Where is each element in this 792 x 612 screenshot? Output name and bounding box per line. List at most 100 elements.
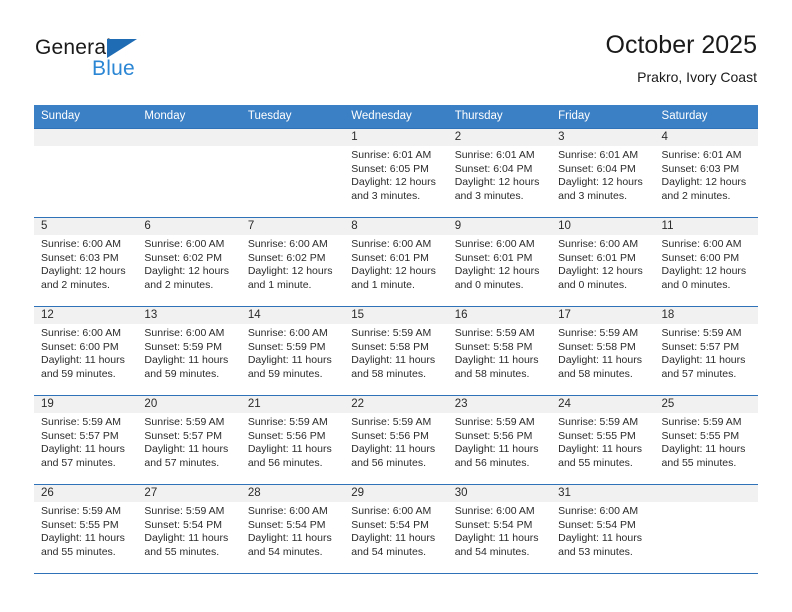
day-number: 22 bbox=[344, 396, 448, 413]
day-details: Sunrise: 5:59 AM Sunset: 5:57 PM Daylight:… bbox=[34, 413, 137, 470]
sunset-text: Sunset: 5:54 PM bbox=[351, 518, 429, 531]
calendar-day-cell[interactable]: 25 Sunrise: 5:59 AM Sunset: 5:55 PM Dayligh… bbox=[654, 396, 758, 484]
sunset-text: Sunset: 5:57 PM bbox=[661, 340, 740, 353]
weekday-wednesday: Wednesday bbox=[351, 110, 412, 122]
day-number: 10 bbox=[551, 218, 655, 235]
calendar-weeks: 1 Sunrise: 6:01 AM Sunset: 6:05 PM Daylight… bbox=[34, 128, 758, 574]
calendar-page: General Blue October 2025 Prakro, Ivory … bbox=[0, 0, 792, 612]
calendar-day-cell[interactable]: 31 Sunrise: 6:00 AM Sunset: 5:54 PM Dayligh… bbox=[551, 485, 655, 573]
calendar-week-row: 1 Sunrise: 6:01 AM Sunset: 6:05 PM Daylight… bbox=[34, 128, 758, 217]
day-details: Sunrise: 5:59 AM Sunset: 5:58 PM Daylight:… bbox=[344, 324, 447, 381]
general-blue-logo[interactable]: General Blue bbox=[35, 36, 245, 92]
sunset-text: Sunset: 5:58 PM bbox=[454, 340, 533, 353]
sunset-text: Sunset: 6:05 PM bbox=[351, 162, 429, 175]
day-number: 2 bbox=[447, 129, 552, 146]
calendar-day-cell[interactable]: 7 Sunrise: 6:00 AM Sunset: 6:02 PM Daylight… bbox=[240, 218, 345, 306]
calendar-week-row: 5 Sunrise: 6:00 AM Sunset: 6:03 PM Daylight… bbox=[34, 217, 758, 306]
day-number: 3 bbox=[551, 129, 655, 146]
sunrise-text: Sunrise: 5:59 AM bbox=[41, 416, 121, 428]
day-details: Sunrise: 6:00 AM Sunset: 6:00 PM Daylight:… bbox=[34, 324, 137, 381]
sunset-text: Sunset: 6:03 PM bbox=[41, 251, 119, 264]
calendar-day-cell[interactable]: 2 Sunrise: 6:01 AM Sunset: 6:04 PM Daylight… bbox=[447, 129, 552, 217]
calendar-day-cell[interactable]: 19 Sunrise: 5:59 AM Sunset: 5:57 PM Dayligh… bbox=[34, 396, 138, 484]
day-number: 1 bbox=[344, 129, 448, 146]
daylight-text: Daylight: 11 hours and 59 minutes. bbox=[247, 354, 332, 380]
day-details: Sunrise: 6:00 AM Sunset: 5:54 PM Daylight:… bbox=[241, 502, 344, 559]
sunset-text: Sunset: 5:57 PM bbox=[41, 429, 119, 442]
calendar-day-cell[interactable]: 6 Sunrise: 6:00 AM Sunset: 6:02 PM Daylight… bbox=[137, 218, 241, 306]
calendar-day-cell[interactable]: 17 Sunrise: 5:59 AM Sunset: 5:58 PM Dayligh… bbox=[551, 307, 655, 395]
calendar-day-cell[interactable]: 13 Sunrise: 6:00 AM Sunset: 5:59 PM Dayligh… bbox=[137, 307, 241, 395]
day-number: 26 bbox=[34, 485, 138, 502]
day-number: 15 bbox=[344, 307, 448, 324]
day-number: 17 bbox=[551, 307, 655, 324]
daylight-text: Daylight: 12 hours and 3 minutes. bbox=[558, 176, 643, 202]
sunrise-text: Sunrise: 5:59 AM bbox=[454, 327, 535, 339]
day-details: Sunrise: 6:00 AM Sunset: 6:02 PM Daylight:… bbox=[241, 235, 344, 292]
calendar-day-cell[interactable]: 3 Sunrise: 6:01 AM Sunset: 6:04 PM Daylight… bbox=[551, 129, 655, 217]
day-number: 31 bbox=[551, 485, 655, 502]
sunset-text: Sunset: 6:01 PM bbox=[558, 251, 636, 264]
day-details: Sunrise: 5:59 AM Sunset: 5:58 PM Daylight:… bbox=[448, 324, 551, 381]
calendar-day-cell[interactable]: 10 Sunrise: 6:00 AM Sunset: 6:01 PM Dayligh… bbox=[551, 218, 655, 306]
daylight-text: Daylight: 11 hours and 56 minutes. bbox=[454, 443, 539, 469]
day-details: Sunrise: 6:00 AM Sunset: 6:00 PM Daylight:… bbox=[655, 235, 758, 292]
calendar-day-cell[interactable]: 22 Sunrise: 5:59 AM Sunset: 5:56 PM Dayligh… bbox=[344, 396, 448, 484]
calendar-day-cell[interactable]: 23 Sunrise: 5:59 AM Sunset: 5:56 PM Dayligh… bbox=[447, 396, 552, 484]
calendar-day-cell[interactable]: 30 Sunrise: 6:00 AM Sunset: 5:54 PM Dayligh… bbox=[447, 485, 552, 573]
calendar-day-cell[interactable]: 29 Sunrise: 6:00 AM Sunset: 5:54 PM Dayligh… bbox=[344, 485, 448, 573]
sunrise-text: Sunrise: 5:59 AM bbox=[144, 416, 225, 428]
sunrise-text: Sunrise: 6:01 AM bbox=[558, 149, 639, 161]
calendar-day-cell[interactable]: 20 Sunrise: 5:59 AM Sunset: 5:57 PM Dayligh… bbox=[137, 396, 241, 484]
day-details: Sunrise: 6:01 AM Sunset: 6:03 PM Daylight:… bbox=[655, 146, 758, 203]
day-details: Sunrise: 5:59 AM Sunset: 5:56 PM Daylight:… bbox=[448, 413, 551, 470]
day-number: 12 bbox=[34, 307, 138, 324]
daylight-text: Daylight: 12 hours and 1 minute. bbox=[351, 265, 436, 291]
calendar-day-cell[interactable]: 24 Sunrise: 5:59 AM Sunset: 5:55 PM Dayligh… bbox=[551, 396, 655, 484]
day-number: 13 bbox=[137, 307, 241, 324]
daylight-text: Daylight: 11 hours and 57 minutes. bbox=[144, 443, 229, 469]
day-details: Sunrise: 6:00 AM Sunset: 5:54 PM Daylight:… bbox=[448, 502, 551, 559]
daylight-text: Daylight: 11 hours and 55 minutes. bbox=[558, 443, 642, 469]
day-number: 25 bbox=[654, 396, 758, 413]
day-number: 7 bbox=[240, 218, 345, 235]
calendar-day-cell[interactable]: 28 Sunrise: 6:00 AM Sunset: 5:54 PM Dayligh… bbox=[240, 485, 345, 573]
day-details: Sunrise: 6:00 AM Sunset: 6:01 PM Daylight:… bbox=[551, 235, 654, 292]
calendar-day-cell[interactable]: 12 Sunrise: 6:00 AM Sunset: 6:00 PM Dayligh… bbox=[34, 307, 138, 395]
sunset-text: Sunset: 5:55 PM bbox=[558, 429, 636, 442]
calendar-day-cell[interactable]: 21 Sunrise: 5:59 AM Sunset: 5:56 PM Dayligh… bbox=[240, 396, 345, 484]
calendar-day-cell[interactable]: 1 Sunrise: 6:01 AM Sunset: 6:05 PM Daylight… bbox=[344, 129, 448, 217]
calendar-day-cell[interactable]: 14 Sunrise: 6:00 AM Sunset: 5:59 PM Dayligh… bbox=[240, 307, 345, 395]
sunrise-text: Sunrise: 6:00 AM bbox=[454, 238, 535, 250]
calendar-day-cell[interactable]: 9 Sunrise: 6:00 AM Sunset: 6:01 PM Daylight… bbox=[447, 218, 552, 306]
weekday-tuesday: Tuesday bbox=[247, 110, 292, 122]
calendar-day-cell[interactable]: 27 Sunrise: 5:59 AM Sunset: 5:54 PM Dayligh… bbox=[137, 485, 241, 573]
calendar-day-cell[interactable]: 15 Sunrise: 5:59 AM Sunset: 5:58 PM Dayligh… bbox=[344, 307, 448, 395]
day-details: Sunrise: 5:59 AM Sunset: 5:56 PM Daylight:… bbox=[344, 413, 447, 470]
daylight-text: Daylight: 12 hours and 3 minutes. bbox=[351, 176, 436, 202]
calendar-day-cell[interactable]: 16 Sunrise: 5:59 AM Sunset: 5:58 PM Dayligh… bbox=[447, 307, 552, 395]
daylight-text: Daylight: 12 hours and 2 minutes. bbox=[41, 265, 126, 291]
calendar-day-cell[interactable]: 26 Sunrise: 5:59 AM Sunset: 5:55 PM Dayligh… bbox=[34, 485, 138, 573]
calendar-day-cell[interactable]: 18 Sunrise: 5:59 AM Sunset: 5:57 PM Dayligh… bbox=[654, 307, 758, 395]
calendar-week-row: 12 Sunrise: 6:00 AM Sunset: 6:00 PM Dayligh… bbox=[34, 306, 758, 395]
day-details: Sunrise: 6:01 AM Sunset: 6:05 PM Daylight:… bbox=[344, 146, 447, 203]
sunset-text: Sunset: 5:59 PM bbox=[247, 340, 326, 353]
sunrise-text: Sunrise: 5:59 AM bbox=[661, 416, 742, 428]
day-number: 14 bbox=[240, 307, 345, 324]
page-title: October 2025 bbox=[605, 31, 758, 59]
day-details: Sunrise: 6:00 AM Sunset: 6:01 PM Daylight:… bbox=[448, 235, 551, 292]
calendar-day-cell[interactable]: 5 Sunrise: 6:00 AM Sunset: 6:03 PM Daylight… bbox=[34, 218, 138, 306]
sunrise-text: Sunrise: 5:59 AM bbox=[454, 416, 535, 428]
sunrise-text: Sunrise: 6:00 AM bbox=[661, 238, 742, 250]
day-number: 5 bbox=[34, 218, 138, 235]
daylight-text: Daylight: 12 hours and 0 minutes. bbox=[454, 265, 540, 291]
sunrise-text: Sunrise: 6:00 AM bbox=[41, 327, 121, 339]
day-number bbox=[34, 129, 138, 146]
calendar-day-cell[interactable]: 8 Sunrise: 6:00 AM Sunset: 6:01 PM Daylight… bbox=[344, 218, 448, 306]
calendar-day-cell[interactable]: 4 Sunrise: 6:01 AM Sunset: 6:03 PM Daylight… bbox=[654, 129, 758, 217]
calendar-day-cell[interactable]: 11 Sunrise: 6:00 AM Sunset: 6:00 PM Dayligh… bbox=[654, 218, 758, 306]
sunrise-text: Sunrise: 5:59 AM bbox=[144, 505, 225, 517]
day-number: 30 bbox=[447, 485, 552, 502]
calendar-empty-cell bbox=[34, 129, 138, 217]
